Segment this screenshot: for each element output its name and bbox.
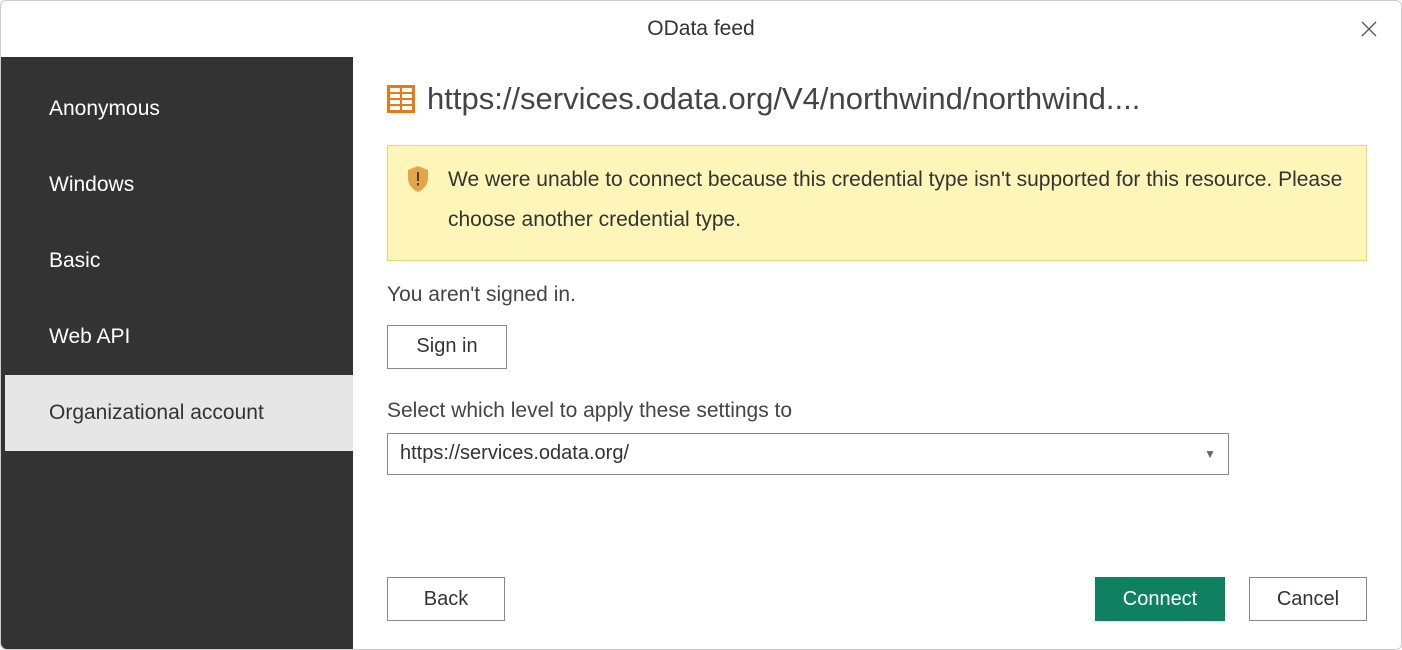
sidebar-item-label: Basic [49, 249, 100, 273]
dialog-body: Anonymous Windows Basic Web API Organiza… [1, 57, 1401, 649]
sidebar-item-label: Anonymous [49, 97, 160, 121]
signin-status-text: You aren't signed in. [387, 283, 1367, 307]
main-pane: https://services.odata.org/V4/northwind/… [353, 57, 1401, 649]
feed-url-row: https://services.odata.org/V4/northwind/… [387, 81, 1367, 117]
sign-in-button[interactable]: Sign in [387, 325, 507, 369]
warning-text: We were unable to connect because this c… [448, 160, 1348, 240]
cancel-button[interactable]: Cancel [1249, 577, 1367, 621]
back-button[interactable]: Back [387, 577, 505, 621]
sidebar-item-organizational-account[interactable]: Organizational account [1, 375, 353, 451]
close-button[interactable] [1355, 15, 1383, 43]
chevron-down-icon: ▼ [1204, 447, 1216, 461]
dialog-title: OData feed [647, 17, 754, 41]
connect-button[interactable]: Connect [1095, 577, 1225, 621]
footer-right: Connect Cancel [1095, 577, 1367, 621]
close-icon [1360, 20, 1378, 38]
level-label: Select which level to apply these settin… [387, 399, 1367, 423]
sidebar-item-web-api[interactable]: Web API [1, 299, 353, 375]
odata-feed-icon [387, 85, 415, 113]
sidebar-item-anonymous[interactable]: Anonymous [1, 71, 353, 147]
warning-banner: We were unable to connect because this c… [387, 145, 1367, 261]
feed-url-text: https://services.odata.org/V4/northwind/… [427, 81, 1140, 117]
sidebar-item-windows[interactable]: Windows [1, 147, 353, 223]
dialog-footer: Back Connect Cancel [387, 577, 1367, 621]
warning-shield-icon [406, 165, 430, 193]
auth-type-sidebar: Anonymous Windows Basic Web API Organiza… [1, 57, 353, 649]
sidebar-item-label: Windows [49, 173, 134, 197]
level-select[interactable]: https://services.odata.org/ ▼ [387, 433, 1229, 475]
sidebar-item-label: Organizational account [49, 401, 264, 425]
sidebar-item-label: Web API [49, 325, 130, 349]
odata-credentials-dialog: OData feed Anonymous Windows Basic Web A… [0, 0, 1402, 650]
level-select-value: https://services.odata.org/ [400, 442, 629, 465]
dialog-header: OData feed [1, 1, 1401, 57]
sidebar-item-basic[interactable]: Basic [1, 223, 353, 299]
